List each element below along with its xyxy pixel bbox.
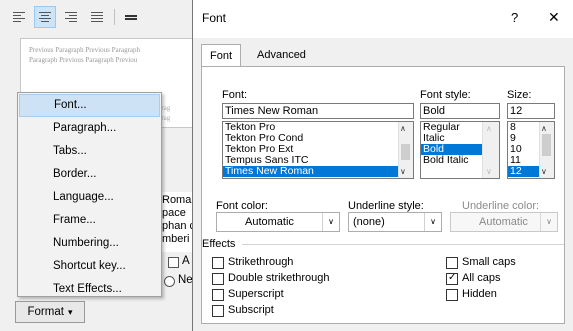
font-color-label: Font color: (216, 200, 268, 212)
arrow-up-icon[interactable]: ∧ (400, 124, 406, 133)
scrollbar-thumb[interactable] (401, 144, 410, 160)
chevron-down-icon[interactable]: ∨ (540, 213, 557, 231)
scrollbar[interactable]: ∧ ∨ (482, 122, 499, 178)
all-caps-checkbox[interactable]: ✓ (446, 272, 458, 285)
double-strikethrough-checkbox[interactable] (212, 273, 224, 285)
preview-line: Paragraph Previous Paragraph Previou (29, 56, 138, 64)
scrollbar[interactable]: ∧ ∨ (539, 122, 554, 178)
menu-item-tabs[interactable]: Tabs... (19, 140, 160, 163)
font-style-list[interactable]: Regular Italic Bold Bold Italic ∧ ∨ (420, 121, 500, 179)
scrollbar[interactable]: ∧ ∨ (398, 122, 413, 178)
menu-item-label: Frame... (53, 214, 96, 226)
menu-item-label: Font... (54, 99, 87, 111)
chevron-down-icon[interactable]: ∨ (424, 213, 441, 231)
arrow-down-icon[interactable]: ∨ (400, 167, 406, 176)
superscript-label: Superscript (228, 288, 284, 300)
strikethrough-checkbox[interactable] (212, 257, 224, 269)
preview-line: Previous Paragraph Previous Paragraph (29, 46, 141, 54)
menu-item-numbering[interactable]: Numbering... (19, 232, 160, 255)
format-button-label: Format (27, 306, 64, 318)
underline-color-value: Automatic (479, 216, 528, 228)
underline-style-dropdown[interactable]: (none) ∨ (348, 212, 442, 232)
menu-item-shortcut-key[interactable]: Shortcut key... (19, 255, 160, 278)
menu-item-frame[interactable]: Frame... (19, 209, 160, 232)
checkmark-icon: ✓ (448, 272, 457, 283)
menu-item-border[interactable]: Border... (19, 163, 160, 186)
superscript-checkbox[interactable] (212, 289, 224, 301)
small-caps-label: Small caps (462, 256, 516, 268)
menu-item-text-effects[interactable]: Text Effects... (19, 278, 160, 301)
list-item[interactable]: 12 (508, 166, 539, 177)
menu-item-paragraph[interactable]: Paragraph... (19, 117, 160, 140)
size-input[interactable]: 12 (507, 103, 555, 119)
chevron-down-icon[interactable]: ∨ (322, 213, 339, 231)
format-context-menu: Font... Paragraph... Tabs... Border... L… (17, 92, 162, 297)
dialog-title: Font (202, 11, 227, 25)
tab-label: Font (210, 50, 233, 62)
justify-icon[interactable] (86, 6, 108, 28)
font-dialog: Font ? ✕ Font Advanced Font: Times New R… (192, 0, 573, 331)
underline-color-label: Underline color: (462, 200, 540, 212)
effects-divider (242, 244, 564, 245)
title-bar: Font ? ✕ (193, 0, 573, 38)
font-label: Font: (222, 89, 248, 101)
hidden-checkbox[interactable] (446, 289, 458, 301)
all-caps-label: All caps (462, 272, 501, 284)
scrollbar-thumb[interactable] (542, 134, 551, 156)
toolbar-divider (114, 9, 115, 25)
menu-item-font[interactable]: Font... (19, 94, 160, 117)
underline-style-value: (none) (353, 216, 385, 228)
behind-radio-a[interactable] (168, 257, 179, 268)
font-color-dropdown[interactable]: Automatic ∨ (216, 212, 340, 232)
align-right-icon[interactable] (60, 6, 82, 28)
small-caps-checkbox[interactable] (446, 257, 458, 269)
list-item[interactable]: Times New Roman (223, 166, 398, 177)
strikethrough-label: Strikethrough (228, 256, 294, 268)
background-dialog: Previous Paragraph Previous Paragraph Pa… (0, 0, 201, 331)
line-spacing-icon[interactable] (120, 6, 142, 28)
underline-style-label: Underline style: (348, 200, 424, 212)
arrow-up-icon[interactable]: ∧ (486, 124, 492, 133)
alignment-toolbar (8, 6, 198, 30)
menu-item-label: Shortcut key... (53, 260, 126, 272)
font-style-input[interactable]: Bold (420, 103, 500, 119)
format-button[interactable]: Format ▾ (15, 301, 85, 323)
size-label: Size: (507, 89, 532, 101)
arrow-down-icon[interactable]: ∨ (486, 167, 492, 176)
behind-radio-new[interactable] (164, 276, 175, 287)
menu-item-label: Paragraph... (53, 122, 117, 134)
chevron-down-icon: ▾ (67, 306, 73, 317)
font-color-value: Automatic (245, 216, 294, 228)
tab-font[interactable]: Font (201, 44, 242, 68)
help-icon[interactable]: ? (511, 10, 518, 25)
behind-label-a: A (182, 255, 190, 267)
menu-item-label: Text Effects... (53, 283, 122, 295)
menu-item-language[interactable]: Language... (19, 186, 160, 209)
effects-label: Effects (202, 238, 236, 250)
close-icon[interactable]: ✕ (548, 9, 560, 26)
subscript-checkbox[interactable] (212, 305, 224, 317)
font-tab-panel: Font: Times New Roman Tekton Pro Tekton … (201, 66, 565, 324)
menu-item-label: Border... (53, 168, 97, 180)
subscript-label: Subscript (228, 304, 274, 316)
menu-item-label: Tabs... (53, 145, 87, 157)
arrow-up-icon[interactable]: ∧ (541, 124, 547, 133)
tab-advanced[interactable]: Advanced (249, 44, 314, 66)
font-name-input[interactable]: Times New Roman (222, 103, 414, 119)
font-style-label: Font style: (420, 89, 471, 101)
arrow-down-icon[interactable]: ∨ (541, 167, 547, 176)
underline-color-dropdown[interactable]: Automatic ∨ (450, 212, 558, 232)
align-left-icon[interactable] (8, 6, 30, 28)
hidden-label: Hidden (462, 288, 497, 300)
size-list[interactable]: 8 9 10 11 12 ∧ ∨ (507, 121, 555, 179)
align-center-icon[interactable] (34, 6, 56, 28)
font-name-list[interactable]: Tekton Pro Tekton Pro Cond Tekton Pro Ex… (222, 121, 414, 179)
tab-label: Advanced (257, 49, 306, 61)
double-strikethrough-label: Double strikethrough (228, 272, 330, 284)
menu-item-label: Language... (53, 191, 114, 203)
menu-item-label: Numbering... (53, 237, 119, 249)
